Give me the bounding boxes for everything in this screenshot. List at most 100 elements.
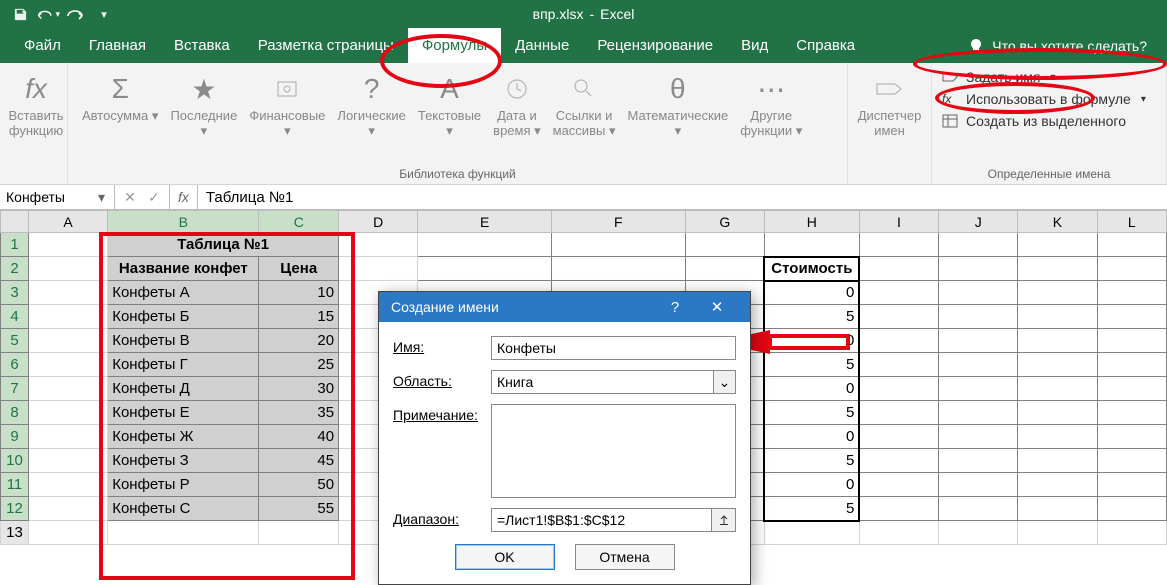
cell[interactable]: 25 bbox=[259, 353, 339, 377]
ok-button[interactable]: OK bbox=[455, 544, 555, 570]
cell[interactable]: 5 bbox=[764, 353, 859, 377]
row-header[interactable]: 9 bbox=[1, 425, 29, 449]
tab-file[interactable]: Файл bbox=[10, 28, 75, 63]
cell[interactable]: 50 bbox=[259, 473, 339, 497]
name-field[interactable] bbox=[491, 336, 736, 360]
tell-me-search[interactable]: Что вы хотите сделать? bbox=[948, 28, 1167, 63]
cell[interactable]: 5 bbox=[764, 497, 859, 521]
cell[interactable]: Конфеты А bbox=[108, 281, 259, 305]
col-header[interactable]: I bbox=[859, 211, 938, 233]
row-header[interactable]: 3 bbox=[1, 281, 29, 305]
cell[interactable]: 0 bbox=[764, 425, 859, 449]
cell[interactable]: Стоимость bbox=[764, 257, 859, 281]
row-header[interactable]: 4 bbox=[1, 305, 29, 329]
col-header[interactable]: J bbox=[939, 211, 1018, 233]
datetime-button[interactable]: Дата ивремя ▾ bbox=[487, 67, 546, 180]
lookup-button[interactable]: Ссылки имассивы ▾ bbox=[547, 67, 622, 180]
row-header[interactable]: 11 bbox=[1, 473, 29, 497]
cell[interactable]: 5 bbox=[764, 305, 859, 329]
define-name-button[interactable]: Задать имя ▾ bbox=[942, 69, 1156, 85]
cell[interactable]: Таблица №1 bbox=[108, 233, 339, 257]
row-header[interactable]: 7 bbox=[1, 377, 29, 401]
col-header[interactable]: A bbox=[28, 211, 107, 233]
use-in-formula-button[interactable]: fxИспользовать в формуле ▾ bbox=[942, 91, 1156, 107]
row-header[interactable]: 5 bbox=[1, 329, 29, 353]
customize-qat-icon[interactable]: ▾ bbox=[92, 3, 116, 25]
chevron-down-icon[interactable]: ⌄ bbox=[713, 371, 735, 393]
math-button[interactable]: θМатематические▾ bbox=[621, 67, 734, 180]
cell[interactable]: 45 bbox=[259, 449, 339, 473]
formula-input[interactable]: Таблица №1 bbox=[198, 185, 1167, 209]
row-header[interactable]: 13 bbox=[1, 521, 29, 545]
tab-home[interactable]: Главная bbox=[75, 28, 160, 63]
financial-button[interactable]: Финансовые▾ bbox=[243, 67, 331, 180]
cell[interactable]: 5 bbox=[764, 449, 859, 473]
cell[interactable]: 5 bbox=[764, 401, 859, 425]
collapse-dialog-icon[interactable] bbox=[712, 508, 736, 532]
create-from-selection-button[interactable]: Создать из выделенного bbox=[942, 113, 1156, 129]
cell[interactable]: Конфеты Ж bbox=[108, 425, 259, 449]
cell[interactable]: 0 bbox=[764, 281, 859, 305]
cell[interactable]: Конфеты В bbox=[108, 329, 259, 353]
col-header[interactable]: D bbox=[339, 211, 418, 233]
cell[interactable]: 15 bbox=[259, 305, 339, 329]
cell[interactable]: Конфеты З bbox=[108, 449, 259, 473]
save-icon[interactable] bbox=[8, 3, 32, 25]
undo-icon[interactable]: ▾ bbox=[36, 3, 60, 25]
autosum-button[interactable]: ΣАвтосумма ▾ bbox=[76, 67, 164, 180]
tab-page-layout[interactable]: Разметка страницы bbox=[244, 28, 408, 63]
fx-icon[interactable]: fx bbox=[170, 185, 198, 209]
cell[interactable]: 30 bbox=[259, 377, 339, 401]
enter-formula-icon[interactable]: ✓ bbox=[143, 189, 165, 206]
insert-function-button[interactable]: fx Вставитьфункцию bbox=[8, 67, 64, 143]
row-header[interactable]: 8 bbox=[1, 401, 29, 425]
tab-help[interactable]: Справка bbox=[782, 28, 869, 63]
redo-icon[interactable] bbox=[64, 3, 88, 25]
name-box-input[interactable] bbox=[6, 189, 95, 205]
cell[interactable]: 10 bbox=[259, 281, 339, 305]
tab-formulas[interactable]: Формулы bbox=[408, 28, 501, 63]
cell[interactable]: Конфеты Д bbox=[108, 377, 259, 401]
cell[interactable]: Название конфет bbox=[108, 257, 259, 281]
cell[interactable]: 0 bbox=[764, 377, 859, 401]
comment-field[interactable] bbox=[491, 404, 736, 498]
col-header[interactable]: B bbox=[108, 211, 259, 233]
col-header[interactable]: F bbox=[551, 211, 685, 233]
select-all-button[interactable] bbox=[1, 211, 29, 233]
row-header[interactable]: 1 bbox=[1, 233, 29, 257]
cell[interactable]: Конфеты Б bbox=[108, 305, 259, 329]
row-header[interactable]: 10 bbox=[1, 449, 29, 473]
text-button[interactable]: AТекстовые▾ bbox=[412, 67, 487, 180]
col-header[interactable]: H bbox=[764, 211, 859, 233]
more-functions-button[interactable]: ⋯Другиефункции ▾ bbox=[734, 67, 808, 180]
cell[interactable]: 55 bbox=[259, 497, 339, 521]
cell[interactable]: Конфеты С bbox=[108, 497, 259, 521]
name-box[interactable]: ▾ bbox=[0, 185, 115, 209]
col-header[interactable]: G bbox=[685, 211, 764, 233]
cell[interactable]: 0 bbox=[764, 473, 859, 497]
help-icon[interactable]: ? bbox=[654, 292, 696, 322]
cancel-button[interactable]: Отмена bbox=[575, 544, 675, 570]
tab-view[interactable]: Вид bbox=[727, 28, 782, 63]
logical-button[interactable]: ?Логические▾ bbox=[331, 67, 411, 180]
col-header[interactable]: C bbox=[259, 211, 339, 233]
cell[interactable]: 0 bbox=[764, 329, 859, 353]
tab-insert[interactable]: Вставка bbox=[160, 28, 244, 63]
scope-select[interactable]: Книга⌄ bbox=[491, 370, 736, 394]
row-header[interactable]: 2 bbox=[1, 257, 29, 281]
cancel-formula-icon[interactable]: ✕ bbox=[119, 189, 141, 206]
tab-data[interactable]: Данные bbox=[501, 28, 583, 63]
cell[interactable]: Цена bbox=[259, 257, 339, 281]
cell[interactable]: Конфеты Е bbox=[108, 401, 259, 425]
cell[interactable]: Конфеты Р bbox=[108, 473, 259, 497]
chevron-down-icon[interactable]: ▾ bbox=[95, 189, 108, 206]
tab-review[interactable]: Рецензирование bbox=[583, 28, 727, 63]
range-field[interactable] bbox=[491, 508, 712, 532]
cell[interactable]: 35 bbox=[259, 401, 339, 425]
close-icon[interactable]: ✕ bbox=[696, 292, 738, 322]
cell[interactable]: 40 bbox=[259, 425, 339, 449]
col-header[interactable]: K bbox=[1018, 211, 1097, 233]
col-header[interactable]: E bbox=[418, 211, 552, 233]
row-header[interactable]: 6 bbox=[1, 353, 29, 377]
dialog-titlebar[interactable]: Создание имени ? ✕ bbox=[379, 292, 750, 322]
